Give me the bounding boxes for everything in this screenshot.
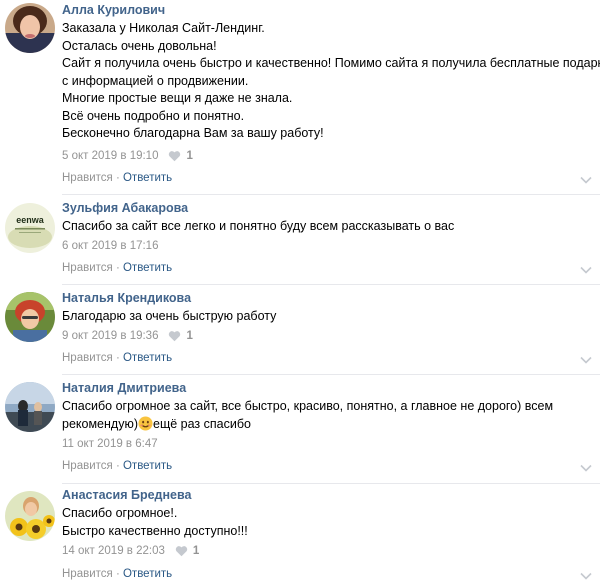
comment-actions: Нравится · Ответить <box>62 172 172 184</box>
comment-text: Спасибо огромное за сайт, все быстро, кр… <box>62 398 592 433</box>
reply-button[interactable]: Ответить <box>123 568 172 580</box>
comment-line: Спасибо огромное за сайт, все быстро, кр… <box>62 399 554 413</box>
comment-meta: 6 окт 2019 в 17:16 <box>62 240 158 252</box>
like-button[interactable]: Нравится <box>62 172 113 184</box>
chevron-down-icon[interactable] <box>580 464 592 472</box>
comment-line-part: ещё раз спасибо <box>153 416 251 431</box>
comment-actions: Нравится · Ответить <box>62 352 172 364</box>
heart-icon[interactable] <box>168 150 181 162</box>
avatar[interactable] <box>5 491 55 541</box>
author-name[interactable]: Анастасия Бреднева <box>62 488 191 502</box>
comment-line: Быстро качественно доступно!!! <box>62 523 248 538</box>
comment-actions: Нравится · Ответить <box>62 262 172 274</box>
separator: · <box>112 460 123 472</box>
comment-meta: 14 окт 2019 в 22:03 1 <box>62 545 199 557</box>
avatar[interactable] <box>5 292 55 342</box>
comment-meta: 5 окт 2019 в 19:10 1 <box>62 150 193 162</box>
author-name[interactable]: Зульфия Абакарова <box>62 201 188 215</box>
separator: · <box>112 568 123 580</box>
like-button[interactable]: Нравится <box>62 262 113 274</box>
avatar-photo <box>5 3 55 53</box>
chevron-down-icon[interactable] <box>580 572 592 580</box>
like-count: 1 <box>186 330 193 342</box>
comment-text: Спасибо за сайт все легко и понятно буду… <box>62 218 592 236</box>
comment: Алла Курилович Заказала у Николая Сайт-Л… <box>0 0 600 194</box>
avatar[interactable] <box>5 382 55 432</box>
timestamp[interactable]: 5 окт 2019 в 19:10 <box>62 150 158 162</box>
comment-line: Бесконечно благодарна Вам за вашу работу… <box>62 126 324 140</box>
comment-line: рекомендую) ещё раз спасибо <box>62 415 592 434</box>
avatar-photo <box>5 292 55 342</box>
comment-meta: 11 окт 2019 в 6:47 <box>62 438 158 450</box>
avatar-photo <box>5 382 55 432</box>
like-button[interactable]: Нравится <box>62 460 113 472</box>
reply-button[interactable]: Ответить <box>123 172 172 184</box>
comment-line: Сайт я получила очень быстро и качествен… <box>62 56 600 70</box>
author-name[interactable]: Алла Курилович <box>62 3 165 17</box>
comment-text: Заказала у Николая Сайт-Лендинг. Осталас… <box>62 20 600 143</box>
author-name[interactable]: Наталья Крендикова <box>62 291 191 305</box>
timestamp[interactable]: 6 окт 2019 в 17:16 <box>62 240 158 252</box>
author-name[interactable]: Наталия Дмитриева <box>62 381 186 395</box>
comment-line: Спасибо огромное!. <box>62 506 178 520</box>
timestamp[interactable]: 11 окт 2019 в 6:47 <box>62 438 158 450</box>
chevron-down-icon[interactable] <box>580 266 592 274</box>
chevron-down-icon[interactable] <box>580 356 592 364</box>
comment: Наталья Крендикова Благодарю за очень бы… <box>0 285 600 374</box>
reply-button[interactable]: Ответить <box>123 262 172 274</box>
separator: · <box>112 352 123 364</box>
chevron-down-icon[interactable] <box>580 176 592 184</box>
comment: eenwa Зульфия Абакарова Спасибо за сайт … <box>0 195 600 284</box>
timestamp[interactable]: 14 окт 2019 в 22:03 <box>62 545 165 557</box>
comment-actions: Нравится · Ответить <box>62 568 172 580</box>
avatar[interactable]: eenwa <box>5 203 55 253</box>
comment-meta: 9 окт 2019 в 19:36 1 <box>62 330 193 342</box>
like-count: 1 <box>192 545 200 557</box>
comment-line: Многие простые вещи я даже не знала. <box>62 91 293 105</box>
comment: Наталия Дмитриева Спасибо огромное за са… <box>0 375 600 483</box>
comment-line: Заказала у Николая Сайт-Лендинг. <box>62 21 265 35</box>
like-button[interactable]: Нравится <box>62 568 113 580</box>
avatar-logo: eenwa <box>5 203 55 253</box>
svg-text:eenwa: eenwa <box>16 215 45 225</box>
avatar[interactable] <box>5 3 55 53</box>
comment-line: с информацией о продвижении. <box>62 73 249 88</box>
like-count: 1 <box>186 150 193 162</box>
like-button[interactable]: Нравится <box>62 352 113 364</box>
comment-actions: Нравится · Ответить <box>62 460 172 472</box>
comment-line: Осталась очень довольна! <box>62 38 217 53</box>
comment-text: Благодарю за очень быструю работу <box>62 308 592 326</box>
comment-line-part: рекомендую) <box>62 416 138 431</box>
reply-button[interactable]: Ответить <box>123 352 172 364</box>
timestamp[interactable]: 9 окт 2019 в 19:36 <box>62 330 158 342</box>
avatar-photo <box>5 491 55 541</box>
separator: · <box>112 262 123 274</box>
comment-line: Спасибо за сайт все легко и понятно буду… <box>62 219 455 233</box>
heart-icon[interactable] <box>168 330 181 342</box>
comment-text: Спасибо огромное!. Быстро качественно до… <box>62 505 592 540</box>
separator: · <box>112 172 123 184</box>
smile-emoji-icon <box>138 415 153 431</box>
reply-button[interactable]: Ответить <box>123 460 172 472</box>
comment-line: Благодарю за очень быструю работу <box>62 309 277 323</box>
comment: Анастасия Бреднева Спасибо огромное!. Бы… <box>0 484 600 587</box>
heart-icon[interactable] <box>175 545 188 557</box>
comment-line: Всё очень подробно и понятно. <box>62 108 245 123</box>
